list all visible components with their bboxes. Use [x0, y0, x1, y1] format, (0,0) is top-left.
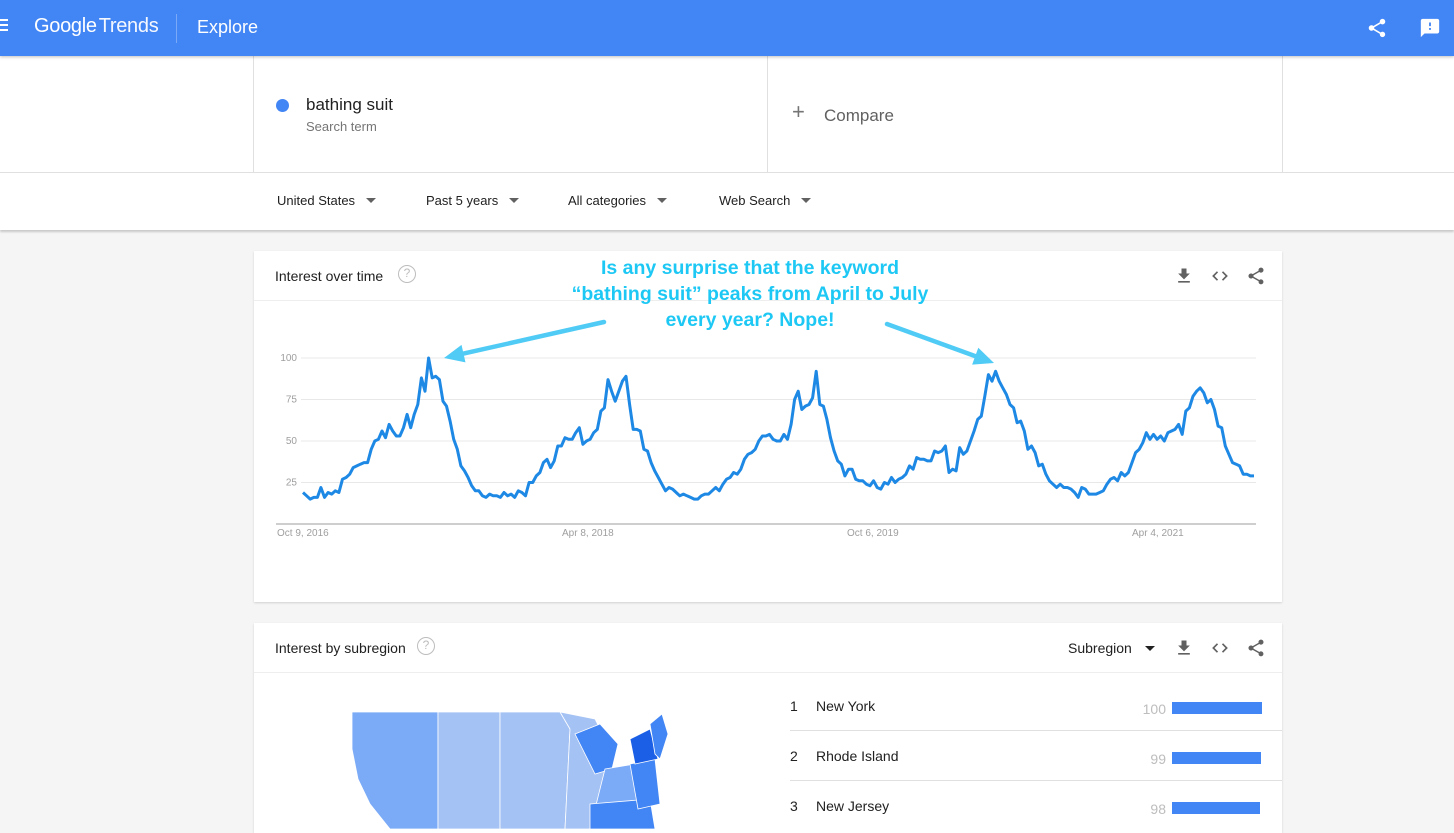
- annotation-text: Is any surprise that the keyword “bathin…: [571, 257, 929, 331]
- map-region-plains[interactable]: [499, 711, 571, 829]
- caret-down-icon: [801, 198, 812, 203]
- x-tick-label: Oct 9, 2016: [277, 528, 329, 539]
- time-filter[interactable]: Past 5 years: [426, 193, 520, 208]
- search-term-card[interactable]: bathing suit Search term: [253, 56, 768, 172]
- region-rank: 3: [790, 798, 798, 814]
- region-row[interactable]: 2 Rhode Island 99: [790, 731, 1282, 781]
- region-row[interactable]: 3 New Jersey 98: [790, 781, 1282, 831]
- card-title: Interest over time: [275, 268, 384, 284]
- y-tick-label: 50: [286, 436, 298, 447]
- logo-trends-text: Trends: [98, 15, 159, 37]
- x-tick-label: Apr 8, 2018: [562, 528, 614, 539]
- help-icon[interactable]: ?: [398, 265, 416, 283]
- property-filter-label: Web Search: [719, 193, 791, 208]
- region-rank: 1: [790, 698, 798, 714]
- region-name: New York: [816, 698, 876, 714]
- caret-down-icon: [366, 198, 377, 203]
- term-color-dot: [276, 99, 289, 112]
- region-bar-track: [1172, 802, 1262, 814]
- plus-icon: +: [792, 99, 805, 124]
- y-tick-label: 25: [286, 478, 298, 489]
- x-tick-label: Apr 4, 2021: [1132, 528, 1184, 539]
- property-filter[interactable]: Web Search: [719, 193, 812, 208]
- page-title: Explore: [197, 17, 259, 37]
- region-filter-label: United States: [277, 193, 356, 208]
- caret-down-icon: [1144, 645, 1155, 651]
- embed-icon[interactable]: [1210, 638, 1230, 658]
- share-icon[interactable]: [1246, 638, 1266, 658]
- download-icon[interactable]: [1174, 266, 1194, 286]
- y-tick-label: 100: [280, 353, 297, 364]
- time-filter-label: Past 5 years: [426, 193, 499, 208]
- region-name: Rhode Island: [816, 748, 899, 764]
- card-header: Interest by subregion ? Subregion: [254, 623, 1282, 673]
- region-bar-track: [1172, 752, 1262, 764]
- compare-label: Compare: [824, 106, 894, 125]
- logo-google-text: Google: [34, 15, 97, 37]
- share-icon[interactable]: [1246, 266, 1266, 286]
- map-region-west[interactable]: [351, 711, 439, 829]
- region-value: 98: [1150, 801, 1166, 817]
- subregion-selector-label: Subregion: [1068, 640, 1132, 656]
- region-bar-track: [1172, 702, 1262, 714]
- download-icon[interactable]: [1174, 638, 1194, 658]
- us-map[interactable]: [350, 709, 670, 829]
- topbar-divider: [176, 14, 177, 43]
- top-bar: Google Trends Explore: [0, 0, 1454, 56]
- caret-down-icon: [657, 198, 668, 203]
- y-tick-label: 75: [286, 395, 298, 406]
- embed-icon[interactable]: [1210, 266, 1230, 286]
- region-rank: 2: [790, 748, 798, 764]
- caret-down-icon: [509, 198, 520, 203]
- help-icon[interactable]: ?: [417, 637, 435, 655]
- region-filter[interactable]: United States: [277, 193, 377, 208]
- region-name: New Jersey: [816, 798, 890, 814]
- search-term-type: Search term: [306, 119, 377, 134]
- subregion-selector[interactable]: Subregion: [1068, 640, 1155, 656]
- interest-by-subregion-card: Interest by subregion ? Subregion 1 New Y…: [254, 623, 1282, 833]
- category-filter-label: All categories: [568, 193, 647, 208]
- region-value: 99: [1150, 751, 1166, 767]
- map-region-mountain[interactable]: [437, 711, 501, 829]
- region-bar: [1172, 752, 1262, 764]
- region-bar: [1172, 702, 1262, 714]
- compare-button[interactable]: + Compare: [768, 56, 1283, 172]
- feedback-icon[interactable]: [1419, 17, 1441, 39]
- google-trends-logo[interactable]: Google Trends: [34, 15, 159, 38]
- search-term-name[interactable]: bathing suit: [306, 95, 393, 115]
- interest-over-time-chart[interactable]: 25 50 75 100 Oct 9, 2016 Apr 8, 2018 Oct 6, 2…: [254, 300, 1282, 550]
- series-line-bathing-suit: [301, 356, 1254, 501]
- region-row[interactable]: 1 New York 100: [790, 681, 1282, 731]
- region-bar: [1172, 802, 1261, 814]
- search-area: bathing suit Search term + Compare: [0, 56, 1454, 172]
- region-value: 100: [1142, 701, 1166, 717]
- card-title: Interest by subregion: [275, 640, 406, 656]
- category-filter[interactable]: All categories: [568, 193, 668, 208]
- filter-bar: United States Past 5 years All categorie…: [0, 172, 1454, 230]
- menu-icon[interactable]: [0, 19, 8, 35]
- x-tick-label: Oct 6, 2019: [847, 528, 899, 539]
- share-icon[interactable]: [1366, 17, 1388, 39]
